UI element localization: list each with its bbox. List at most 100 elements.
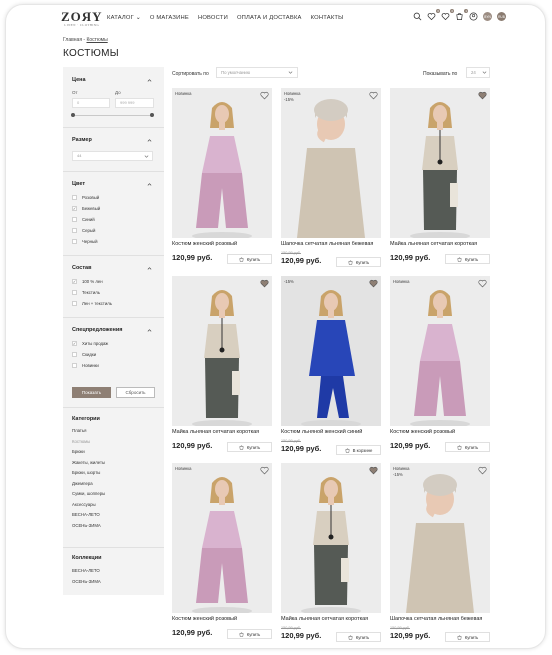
product-card[interactable]: Новинка Костюм женский розовый 120,99 руб.… — [172, 463, 272, 648]
category-link[interactable]: Жакеты, жилеты — [72, 460, 105, 465]
checkbox[interactable] — [72, 195, 77, 200]
buy-button[interactable]: Купить — [445, 254, 490, 264]
favorite-heart-icon[interactable] — [478, 279, 487, 288]
product-card[interactable]: -15% Костюм льняной женский синий 150,99 р… — [281, 276, 381, 461]
category-link[interactable]: Брюки — [72, 449, 85, 454]
collection-link[interactable]: ВЕСНА-ЛЕТО — [72, 568, 100, 573]
buy-button[interactable]: Купить — [227, 629, 272, 639]
buy-button[interactable]: Купить — [445, 632, 490, 642]
favorite-heart-icon[interactable] — [260, 279, 269, 288]
product-image[interactable] — [281, 463, 381, 613]
product-card[interactable]: Новинка -15% Шапочка сетчатая льняная беже… — [281, 88, 381, 273]
special-option-new[interactable]: Новинки — [72, 363, 99, 368]
buy-button[interactable]: Купить — [336, 257, 381, 267]
price-range-handle-min[interactable] — [71, 113, 75, 117]
chevron-up-icon[interactable] — [147, 182, 152, 187]
search-icon[interactable] — [413, 12, 422, 21]
sort-select[interactable]: По умолчанию — [216, 67, 298, 78]
category-link[interactable]: Платья — [72, 428, 86, 433]
checkbox-checked[interactable]: ✓ — [72, 279, 77, 284]
product-card[interactable]: Майка льняная сетчатая короткая 120,99 ру… — [390, 88, 490, 273]
favorite-heart-icon[interactable] — [478, 466, 487, 475]
product-image[interactable] — [172, 463, 272, 613]
favorite-heart-icon[interactable] — [478, 91, 487, 100]
buy-button[interactable]: Купить — [227, 442, 272, 452]
nav-catalog[interactable]: КАТАЛОГ ⌄ — [107, 15, 141, 21]
collection-link[interactable]: ОСЕНЬ-ЗИМА — [72, 579, 101, 584]
category-link[interactable]: Костюмы — [72, 439, 90, 444]
color-option-gray[interactable]: Серый — [72, 228, 95, 233]
checkbox-checked[interactable]: ✓ — [72, 341, 77, 346]
currency-rub[interactable]: RUB — [497, 12, 506, 21]
product-name[interactable]: Майка льняная сетчатая короткая — [172, 429, 272, 435]
product-card[interactable]: Новинка Костюм женский розовый 120,99 руб.… — [390, 276, 490, 461]
product-image[interactable] — [281, 276, 381, 426]
nav-payment-delivery[interactable]: ОПЛАТА И ДОСТАВКА — [237, 15, 302, 21]
size-select[interactable]: 44 — [72, 151, 153, 161]
checkbox[interactable] — [72, 228, 77, 233]
checkbox[interactable] — [72, 352, 77, 357]
currency-byn[interactable]: BYN — [483, 12, 492, 21]
product-image[interactable] — [390, 276, 490, 426]
checkbox[interactable] — [72, 239, 77, 244]
logo[interactable]: ZOЯY LINEN · CLOTHING — [61, 9, 103, 27]
compare-icon[interactable]: 0 — [427, 9, 440, 21]
product-card[interactable]: Майка льняная сетчатая короткая 150,99 ру… — [281, 463, 381, 648]
favorite-heart-icon[interactable] — [369, 91, 378, 100]
product-name[interactable]: Костюм льняной женский синий — [281, 429, 381, 435]
product-image[interactable] — [281, 88, 381, 238]
product-name[interactable]: Шапочка сетчатая льняная бежевая — [281, 241, 381, 247]
favorite-heart-icon[interactable] — [369, 279, 378, 288]
product-name[interactable]: Костюм женский розовый — [172, 616, 272, 622]
checkbox[interactable] — [72, 363, 77, 368]
product-name[interactable]: Майка льняная сетчатая короткая — [390, 241, 490, 247]
special-option-sale[interactable]: Скидки — [72, 352, 96, 357]
nav-news[interactable]: НОВОСТИ — [198, 15, 228, 21]
price-range-handle-max[interactable] — [150, 113, 154, 117]
category-link[interactable]: Джемпера — [72, 481, 93, 486]
nav-about[interactable]: О МАГАЗИНЕ — [150, 15, 189, 21]
product-name[interactable]: Костюм женский розовый — [390, 429, 490, 435]
category-link[interactable]: ОСЕНЬ-ЗИМА — [72, 523, 101, 528]
cart-icon[interactable]: 1 — [455, 9, 468, 21]
favorite-heart-icon[interactable] — [369, 466, 378, 475]
color-option-blue[interactable]: Синий — [72, 217, 95, 222]
product-image[interactable] — [172, 88, 272, 238]
product-name[interactable]: Шапочка сетчатая льняная бежевая — [390, 616, 490, 622]
chevron-up-icon[interactable] — [147, 328, 152, 333]
checkbox-checked[interactable]: ✓ — [72, 206, 77, 211]
product-card[interactable]: Майка льняная сетчатая короткая 120,99 ру… — [172, 276, 272, 461]
color-option-beige[interactable]: ✓ Бежевый — [72, 206, 100, 211]
product-image[interactable] — [390, 463, 490, 613]
favorite-heart-icon[interactable] — [260, 91, 269, 100]
color-option-black[interactable]: Черный — [72, 239, 98, 244]
special-option-hits[interactable]: ✓ Хиты продаж — [72, 341, 108, 346]
price-from-input[interactable]: 0 — [72, 98, 110, 108]
checkbox[interactable] — [72, 217, 77, 222]
composition-option-mixed[interactable]: Лен + текстиль — [72, 301, 112, 306]
chevron-up-icon[interactable] — [147, 138, 152, 143]
checkbox[interactable] — [72, 290, 77, 295]
buy-button[interactable]: Купить — [227, 254, 272, 264]
price-to-input[interactable]: 999 999 — [115, 98, 154, 108]
reset-filters-button[interactable]: Сбросить — [116, 387, 155, 398]
composition-option-linen[interactable]: ✓ 100 % лен — [72, 279, 103, 284]
category-link[interactable]: Аксессуары — [72, 502, 96, 507]
favorite-heart-icon[interactable] — [260, 466, 269, 475]
product-card[interactable]: Новинка -15% Шапочка сетчатая льняная беже… — [390, 463, 490, 648]
user-icon[interactable] — [469, 12, 478, 21]
breadcrumb-home[interactable]: Главная — [63, 37, 82, 43]
category-link[interactable]: Сумки, шопперы — [72, 491, 105, 496]
color-option-pink[interactable]: Розовый — [72, 195, 99, 200]
category-link[interactable]: Брюки, шорты — [72, 470, 100, 475]
product-image[interactable] — [390, 88, 490, 238]
buy-button[interactable]: Купить — [445, 442, 490, 452]
breadcrumb-current[interactable]: Костюмы — [86, 37, 107, 43]
product-card[interactable]: Новинка Костюм женский розовый 120,99 руб.… — [172, 88, 272, 273]
chevron-up-icon[interactable] — [147, 78, 152, 83]
buy-button[interactable]: Купить — [336, 632, 381, 642]
chevron-up-icon[interactable] — [147, 266, 152, 271]
nav-contacts[interactable]: КОНТАКТЫ — [311, 15, 344, 21]
category-link[interactable]: ВЕСНА-ЛЕТО — [72, 512, 100, 517]
buy-button[interactable]: В корзине — [336, 445, 381, 455]
